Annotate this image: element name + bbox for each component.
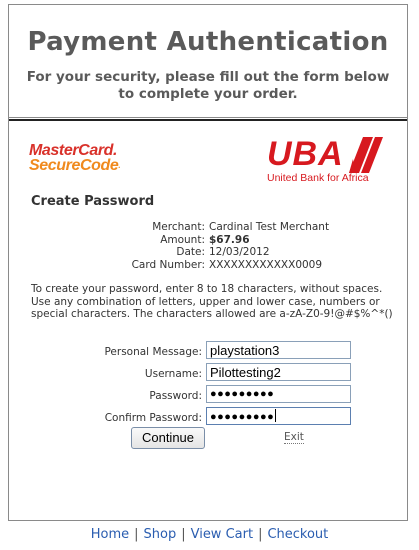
- uba-stripes-icon: [349, 137, 383, 173]
- personal-message-input[interactable]: playstation3: [206, 341, 351, 359]
- detail-label: Card Number:: [131, 258, 205, 271]
- detail-value: $67.96: [209, 233, 250, 246]
- header: Payment Authentication For your security…: [9, 5, 407, 118]
- detail-value: 12/03/2012: [209, 246, 270, 258]
- footer-nav: Home | Shop | View Cart | Checkout: [90, 527, 329, 542]
- password-form: Personal Message: playstation3 Username:…: [9, 341, 407, 429]
- auth-panel: MasterCard. SecureCode. UBA United Bank …: [9, 119, 407, 520]
- detail-label: Merchant:: [152, 221, 205, 233]
- detail-row-date: Date: 12/03/2012: [9, 246, 407, 259]
- exit-link[interactable]: Exit: [284, 431, 304, 444]
- confirm-password-value: ●●●●●●●●●: [210, 411, 275, 423]
- uba-tagline: United Bank for Africa: [267, 172, 369, 184]
- page-subtitle: For your security, please fill out the f…: [26, 69, 390, 102]
- detail-label: Date:: [176, 246, 205, 258]
- detail-value: XXXXXXXXXXXX0009: [209, 258, 323, 271]
- personal-message-label: Personal Message:: [104, 346, 202, 358]
- detail-row-card-number: Card Number: XXXXXXXXXXXX0009: [9, 259, 407, 272]
- uba-logo: UBA United Bank for Africa: [267, 135, 385, 187]
- footer-link-shop[interactable]: Shop: [144, 527, 177, 542]
- section-title: Create Password: [31, 194, 155, 209]
- confirm-password-label: Confirm Password:: [104, 412, 202, 424]
- transaction-details: Merchant: Cardinal Test Merchant Amount:…: [9, 221, 407, 271]
- footer-link-view-cart[interactable]: View Cart: [191, 527, 253, 542]
- footer-link-checkout[interactable]: Checkout: [267, 527, 328, 542]
- username-label: Username:: [144, 368, 202, 380]
- password-input[interactable]: ●●●●●●●●●: [206, 385, 351, 403]
- uba-logo-word: UBA: [267, 135, 344, 173]
- password-label: Password:: [149, 390, 202, 402]
- continue-button[interactable]: Continue: [131, 427, 205, 449]
- mastercard-securecode-logo: MasterCard. SecureCode.: [29, 142, 121, 174]
- auth-frame: Payment Authentication For your security…: [8, 4, 408, 521]
- username-input[interactable]: Pilottesting2: [206, 363, 351, 381]
- mastercard-logo-line2: SecureCode: [29, 157, 119, 174]
- page-title: Payment Authentication: [27, 27, 389, 57]
- detail-value: Cardinal Test Merchant: [209, 221, 330, 233]
- detail-label: Amount:: [160, 233, 205, 246]
- text-caret: [275, 409, 277, 422]
- footer-link-home[interactable]: Home: [91, 527, 129, 542]
- mastercard-logo-line1: MasterCard.: [29, 142, 118, 159]
- detail-row-amount: Amount: $67.96: [9, 234, 407, 247]
- confirm-password-input[interactable]: ●●●●●●●●●: [206, 407, 351, 425]
- detail-row-merchant: Merchant: Cardinal Test Merchant: [9, 221, 407, 234]
- password-instructions: To create your password, enter 8 to 18 c…: [31, 283, 393, 320]
